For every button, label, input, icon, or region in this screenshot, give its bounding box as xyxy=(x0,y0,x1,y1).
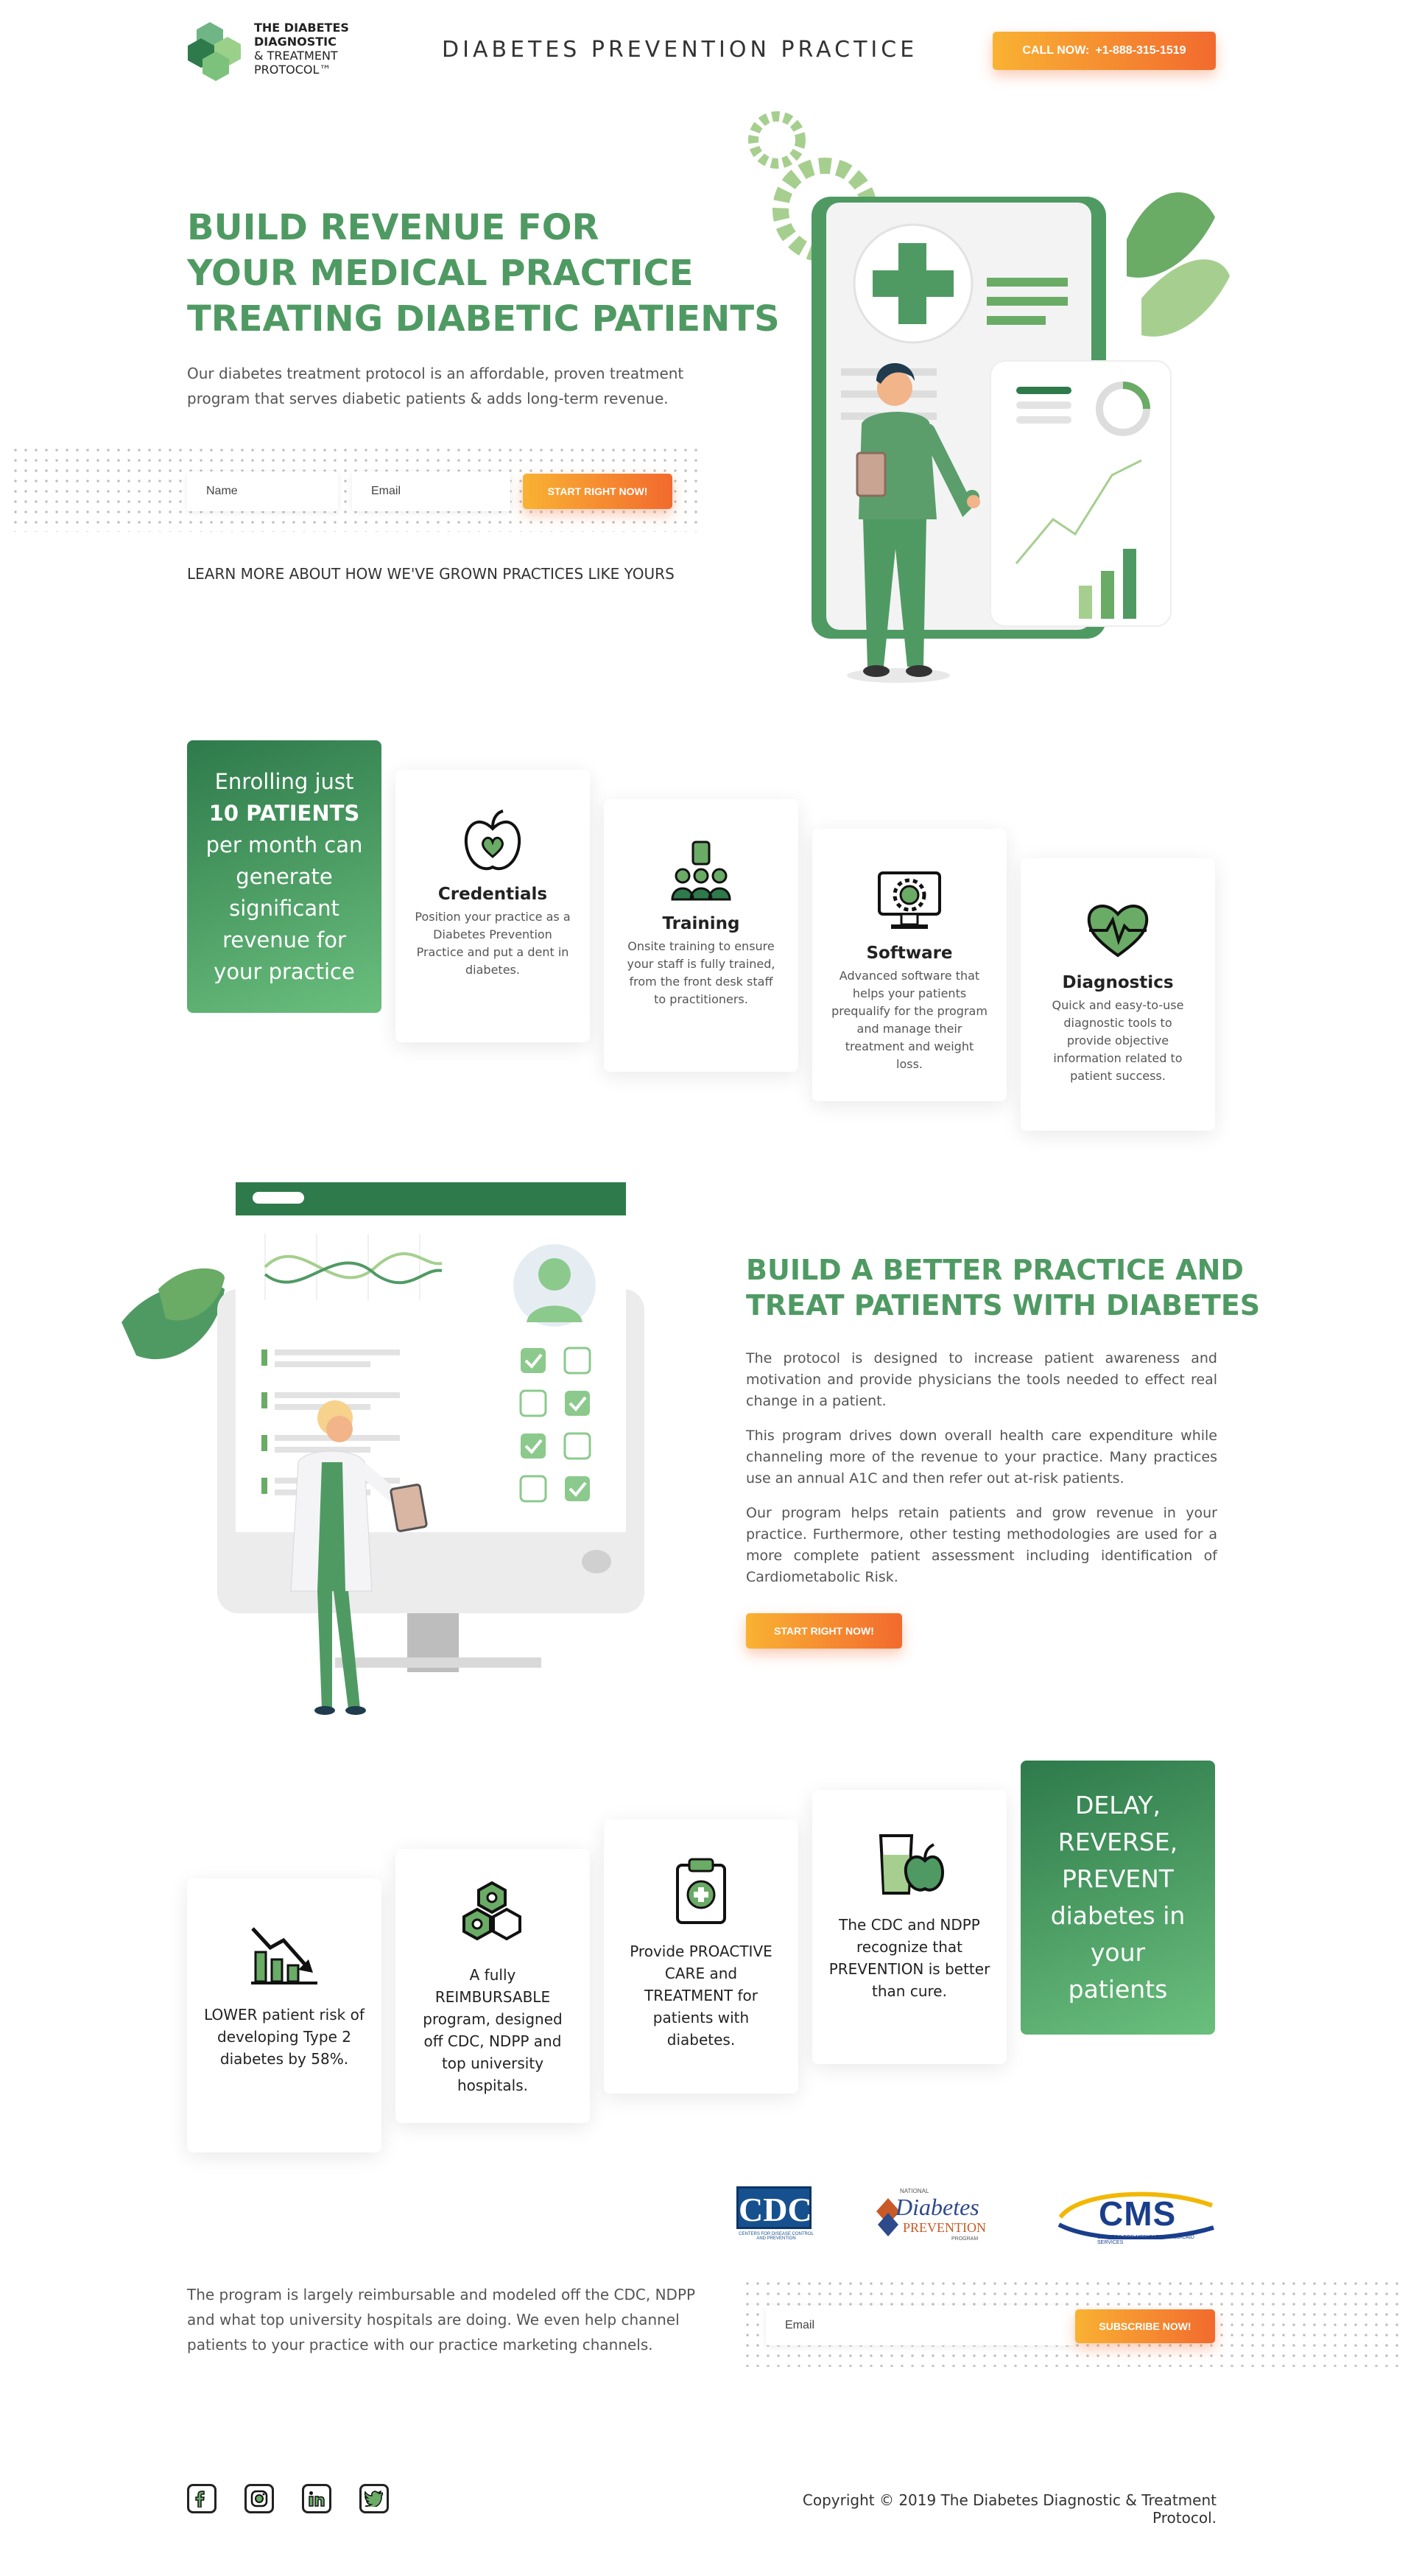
monitor-gear-icon xyxy=(878,871,941,929)
feature-card-title: Software xyxy=(866,944,953,963)
benefit-card-reimbursable: A fully REIMBURSABLE program, designed o… xyxy=(395,1849,590,2123)
hero-title-line-1: BUILD REVENUE FOR xyxy=(187,207,599,248)
cms-logo: CMS CENTERS FOR MEDICARE & MEDICAID SERV… xyxy=(1056,2188,1218,2247)
practice-title: BUILD A BETTER PRACTICE AND TREAT PATIEN… xyxy=(746,1252,1260,1323)
practice-title-line-1: BUILD A BETTER PRACTICE AND xyxy=(746,1254,1244,1286)
logo-line-1: THE DIABETES xyxy=(254,21,349,35)
feature-card-title: Training xyxy=(662,914,740,933)
copyright: Copyright © 2019 The Diabetes Diagnostic… xyxy=(802,2491,1217,2527)
practice-paragraph-3: Our program helps retain patients and gr… xyxy=(746,1505,1217,1585)
benefit-card-lower-risk: LOWER patient risk of developing Type 2 … xyxy=(187,1878,381,2152)
logo[interactable]: THE DIABETES DIAGNOSTIC & TREATMENT PROT… xyxy=(188,21,372,83)
feature-card-training: Training Onsite training to ensure your … xyxy=(604,799,798,1072)
benefits-green-box: DELAY, REVERSE, PREVENT diabetes in your… xyxy=(1021,1761,1215,2035)
team-training-icon xyxy=(671,840,731,901)
hero-title-line-3: TREATING DIABETIC PATIENTS xyxy=(187,298,780,340)
subscribe-email-field[interactable]: Email xyxy=(766,2306,1075,2345)
call-now-label: CALL NOW: xyxy=(1022,44,1090,57)
phone-number: +1-888-315-1519 xyxy=(1095,44,1186,57)
feature-card-diagnostics: Diagnostics Quick and easy-to-use diagno… xyxy=(1021,858,1215,1131)
ndpp-logo-big: Diabetes xyxy=(895,2194,979,2220)
feature-card-software: Software Advanced software that helps yo… xyxy=(812,829,1007,1101)
features-box-line-3: per month can generate significant reven… xyxy=(205,832,363,984)
linkedin-icon[interactable] xyxy=(302,2484,331,2513)
benefit-card-text: A fully REIMBURSABLE program, designed o… xyxy=(423,1966,563,2094)
logo-line-3: & TREATMENT xyxy=(254,49,338,63)
ndpp-logo-sub: PROGRAM xyxy=(951,2236,979,2242)
logo-line-4: PROTOCOL™ xyxy=(254,63,331,77)
features-box-line-1: Enrolling just xyxy=(214,768,354,794)
apple-juice-icon xyxy=(879,1834,944,1895)
feature-card-text: Advanced software that helps your patien… xyxy=(831,969,988,1071)
ndpp-logo: NATIONAL Diabetes PREVENTION PROGRAM xyxy=(875,2186,999,2245)
feature-card-text: Onsite training to ensure your staff is … xyxy=(627,939,775,1006)
practice-paragraph-1: The protocol is designed to increase pat… xyxy=(746,1350,1217,1409)
benefit-card-text: The CDC and NDPP recognize that PREVENTI… xyxy=(828,1916,990,2000)
hero-email-field[interactable]: Email xyxy=(352,471,510,511)
hero-title: BUILD REVENUE FOR YOUR MEDICAL PRACTICE … xyxy=(187,205,780,342)
practice-paragraph-2: This program drives down overall health … xyxy=(746,1428,1217,1487)
practice-title-line-2: TREAT PATIENTS WITH DIABETES xyxy=(746,1289,1261,1322)
site-title: DIABETES PREVENTION PRACTICE xyxy=(442,37,918,63)
benefits-box-text: DELAY, REVERSE, PREVENT diabetes in your… xyxy=(1050,1791,1186,2004)
hero-name-field[interactable]: Name xyxy=(187,471,338,511)
clipboard-medical-icon xyxy=(676,1858,726,1924)
monitor-doctor-illustration xyxy=(122,1182,644,1715)
subscribe-paragraph: The program is largely reimbursable and … xyxy=(187,2286,696,2354)
cms-logo-mark: CMS xyxy=(1099,2194,1177,2233)
practice-start-button[interactable]: START RIGHT NOW! xyxy=(746,1613,902,1649)
call-now-button[interactable]: CALL NOW: +1-888-315-1519 xyxy=(993,32,1216,70)
feature-card-title: Credentials xyxy=(437,885,548,904)
feature-card-text: Quick and easy-to-use diagnostic tools t… xyxy=(1052,998,1184,1083)
feature-card-title: Diagnostics xyxy=(1062,973,1174,992)
cdc-logo-subtitle: CENTERS FOR DISEASE CONTROL AND PREVENTI… xyxy=(739,2232,814,2241)
heart-pulse-icon xyxy=(1087,905,1149,958)
benefit-card-proactive: Provide PROACTIVE CARE and TREATMENT for… xyxy=(604,1819,798,2094)
cdc-logo-mark: CDC xyxy=(736,2186,812,2229)
subscribe-button[interactable]: SUBSCRIBE NOW! xyxy=(1075,2309,1215,2343)
facebook-icon[interactable] xyxy=(187,2484,217,2513)
cdc-logo: CDC CENTERS FOR DISEASE CONTROL AND PREV… xyxy=(736,2186,816,2244)
chart-down-icon xyxy=(251,1927,317,1984)
benefit-card-text: Provide PROACTIVE CARE and TREATMENT for… xyxy=(630,1942,772,2049)
hero-title-line-2: YOUR MEDICAL PRACTICE xyxy=(187,253,694,294)
social-links xyxy=(187,2484,389,2513)
hero-doctor-illustration xyxy=(748,111,1230,683)
instagram-icon[interactable] xyxy=(244,2484,274,2513)
apple-heart-icon xyxy=(464,810,521,871)
cms-logo-subtitle: CENTERS FOR MEDICARE & MEDICAID SERVICES xyxy=(1097,2235,1194,2245)
hero-start-button[interactable]: START RIGHT NOW! xyxy=(523,474,672,509)
features-box-line-2: 10 PATIENTS xyxy=(208,800,360,826)
logo-line-2: DIAGNOSTIC xyxy=(254,35,337,49)
benefit-card-prevention: The CDC and NDPP recognize that PREVENTI… xyxy=(812,1790,1007,2064)
hexagon-molecule-icon xyxy=(462,1881,521,1941)
feature-card-credentials: Credentials Position your practice as a … xyxy=(395,770,590,1042)
features-green-box: Enrolling just 10 PATIENTS per month can… xyxy=(187,740,381,1013)
logo-hexagon-icon xyxy=(188,22,241,81)
ndpp-logo-mid: PREVENTION xyxy=(903,2220,986,2235)
benefit-card-text: LOWER patient risk of developing Type 2 … xyxy=(204,2006,365,2068)
feature-card-text: Position your practice as a Diabetes Pre… xyxy=(415,910,571,977)
learn-more-link[interactable]: LEARN MORE ABOUT HOW WE'VE GROWN PRACTIC… xyxy=(187,565,675,583)
twitter-icon[interactable] xyxy=(359,2484,389,2513)
hero-paragraph: Our diabetes treatment protocol is an af… xyxy=(187,365,684,407)
